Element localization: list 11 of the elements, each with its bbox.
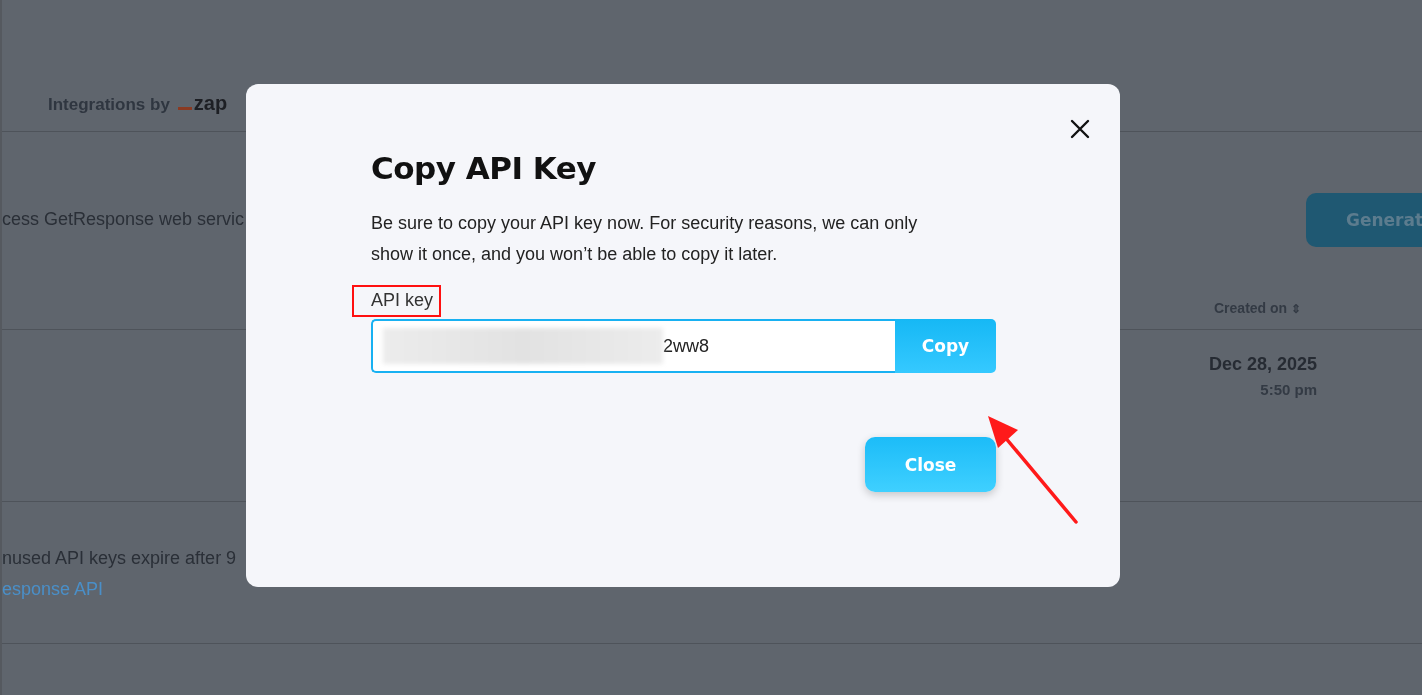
close-icon[interactable] [1070,119,1090,139]
close-button[interactable]: Close [865,437,996,492]
modal-text: Be sure to copy your API key now. For security reasons, we can only show it once, and you won’t be able to copy it later. [371,212,919,266]
field-label: API key [371,290,434,311]
generate-button[interactable]: Generat [1306,193,1422,247]
copy-button[interactable]: Copy [895,319,996,373]
logo: zap [177,92,228,115]
date-text: Dec 28, 2025 [1208,354,1317,375]
api-key-field[interactable]: 2ww8 [371,319,895,373]
api-link[interactable]: esponse API [2,579,104,600]
modal-title: Copy API Key [371,150,597,186]
